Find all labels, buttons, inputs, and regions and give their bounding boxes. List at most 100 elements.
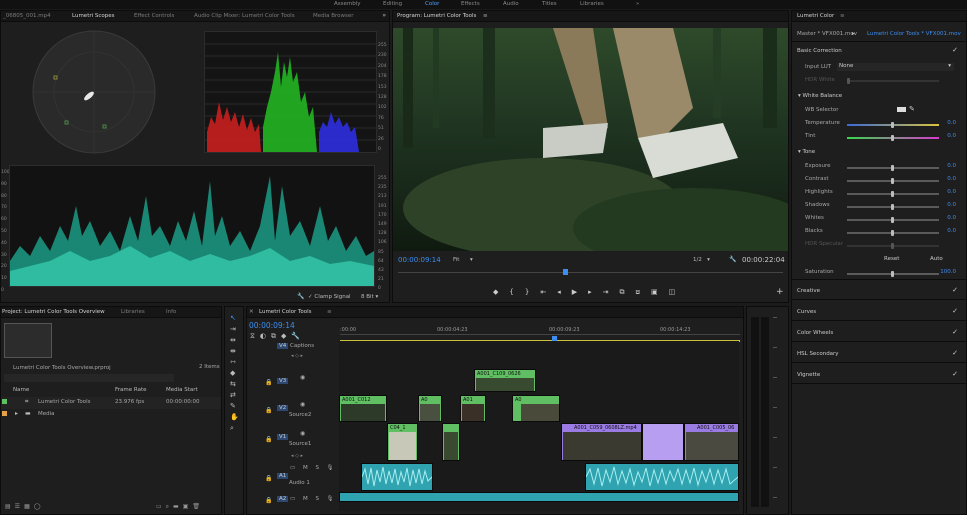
contrast-value[interactable]: 0.0	[947, 176, 956, 182]
clip[interactable]: A0	[418, 395, 442, 422]
comparison-view-icon[interactable]: ◫	[669, 288, 687, 296]
step-forward-icon[interactable]: ▸	[588, 288, 603, 296]
workspace-editing[interactable]: Editing	[383, 1, 402, 7]
clip[interactable]	[442, 423, 460, 461]
creative-check[interactable]: ✓	[952, 286, 958, 294]
tab-libraries[interactable]: Libraries	[121, 309, 145, 315]
tab-effect-controls[interactable]: Effect Controls	[134, 13, 174, 19]
lock-icon[interactable]: 🔒	[265, 436, 272, 443]
project-search-input[interactable]	[4, 374, 174, 382]
lock-icon[interactable]: 🔒	[265, 407, 272, 414]
workspace-assembly[interactable]: Assembly	[334, 1, 361, 7]
exposure-thumb[interactable]	[891, 165, 894, 171]
list-item[interactable]: ⌗ Lumetri Color Tools 23.976 fps 00:00:0…	[1, 397, 221, 409]
shadows-thumb[interactable]	[891, 204, 894, 210]
tint-slider[interactable]	[847, 135, 939, 141]
hsl-secondary-check[interactable]: ✓	[952, 349, 958, 357]
program-playhead[interactable]	[563, 269, 568, 275]
marker-icon[interactable]: ◆	[493, 288, 509, 296]
bin-icon[interactable]: ▭	[156, 503, 166, 510]
trash-icon[interactable]: 🗑	[192, 503, 204, 510]
razor-icon[interactable]: ◆	[230, 368, 239, 379]
master-clip[interactable]: Master * VFX001.mov	[797, 31, 857, 37]
timeline-tab-menu-icon[interactable]: ≡	[327, 309, 332, 315]
hand-icon[interactable]: ✋	[230, 412, 239, 423]
new-item-icon[interactable]: ▣	[183, 503, 193, 510]
blacks-value[interactable]: 0.0	[947, 228, 956, 234]
highlights-value[interactable]: 0.0	[947, 189, 956, 195]
saturation-slider[interactable]	[847, 271, 939, 277]
zoom-slider-icon[interactable]: ◯	[34, 503, 45, 510]
tone-header[interactable]: ▾ Tone	[798, 149, 815, 155]
tab-media-browser[interactable]: Media Browser	[313, 13, 354, 19]
track-v3-id[interactable]: V3	[277, 378, 289, 384]
clip[interactable]: C04_1	[387, 423, 418, 461]
auto-button[interactable]: Auto	[930, 256, 943, 262]
lumetri-tab-menu-icon[interactable]: ≡	[840, 13, 845, 19]
go-to-in-icon[interactable]: ⇤	[540, 288, 557, 296]
eye-icon[interactable]: ◉	[300, 374, 305, 381]
tint-value[interactable]: 0.0	[947, 133, 956, 139]
tab-info[interactable]: Info	[166, 309, 176, 315]
audio-clip[interactable]	[339, 492, 739, 502]
timeline-settings-icon[interactable]: 🔧	[291, 332, 305, 340]
clamp-signal-check[interactable]: ✓ Clamp Signal	[308, 294, 351, 300]
white-balance-header[interactable]: ▾ White Balance	[798, 93, 842, 99]
saturation-thumb[interactable]	[891, 271, 894, 277]
eye-icon[interactable]: ◉	[300, 401, 305, 408]
color-wheels-header[interactable]: Color Wheels	[797, 330, 833, 336]
track-v1-id[interactable]: V1	[277, 434, 289, 440]
export-frame-icon[interactable]: ▣	[651, 288, 669, 296]
highlights-slider[interactable]	[847, 191, 939, 197]
curves-header[interactable]: Curves	[797, 309, 816, 315]
list-view-icon[interactable]: ☰	[15, 503, 24, 510]
settings-wrench-icon[interactable]: 🔧	[729, 256, 736, 263]
tab-audio-clip-mixer[interactable]: Audio Clip Mixer: Lumetri Color Tools	[194, 13, 295, 19]
shadows-slider[interactable]	[847, 204, 939, 210]
hsl-secondary-header[interactable]: HSL Secondary	[797, 351, 839, 357]
list-item[interactable]: ▸ ▬ Media	[1, 409, 221, 421]
go-to-out-icon[interactable]: ⇥	[603, 288, 620, 296]
wrench-icon[interactable]: 🔧	[297, 293, 304, 300]
snap-icon[interactable]: ◐	[260, 332, 271, 340]
track-a2-id[interactable]: A2	[277, 496, 289, 502]
audio-controls[interactable]: ▭ M S 🎙	[290, 465, 337, 471]
icon-view-icon[interactable]: ▦	[24, 503, 34, 510]
expand-arrow-icon[interactable]: ▸	[15, 410, 18, 417]
shadows-value[interactable]: 0.0	[947, 202, 956, 208]
whites-value[interactable]: 0.0	[947, 215, 956, 221]
wb-swatch[interactable]	[897, 107, 906, 112]
project-thumbnail[interactable]	[4, 323, 52, 358]
timeline-ruler[interactable]: :00:00 00:00:04:23 00:00:09:23 00:00:14:…	[340, 325, 740, 342]
tint-thumb[interactable]	[891, 135, 894, 141]
tab-source[interactable]: _06805_001.mp4	[3, 13, 51, 19]
eye-icon[interactable]: ◉	[300, 430, 305, 437]
clip[interactable]: A001_C012	[339, 395, 387, 422]
workspace-libraries[interactable]: Libraries	[580, 1, 604, 7]
workspace-audio[interactable]: Audio	[503, 1, 519, 7]
linked-selection-icon[interactable]: ⧉	[271, 332, 281, 340]
whites-thumb[interactable]	[891, 217, 894, 223]
step-back-icon[interactable]: ◂	[557, 288, 572, 296]
lock-icon[interactable]: 🔒	[265, 475, 272, 482]
vignette-header[interactable]: Vignette	[797, 372, 820, 378]
basic-correction-header[interactable]: Basic Correction	[797, 48, 842, 54]
audio-clip[interactable]	[585, 463, 739, 491]
col-name[interactable]: Name	[13, 387, 29, 393]
temperature-slider[interactable]	[847, 122, 939, 128]
lift-icon[interactable]: ⧉	[620, 288, 636, 296]
workspace-overflow-icon[interactable]: »	[636, 1, 639, 7]
new-bin-icon[interactable]: ▬	[173, 503, 183, 510]
tab-lumetri-scopes[interactable]: Lumetri Scopes	[72, 13, 115, 19]
lock-icon[interactable]: 🔒	[265, 379, 272, 386]
input-lut-select[interactable]: None ▾	[837, 63, 954, 71]
workspace-titles[interactable]: Titles	[542, 1, 557, 7]
nest-icon[interactable]: ⧖	[250, 332, 260, 340]
sequence-clip[interactable]: Lumetri Color Tools * VFX001.mov	[867, 31, 961, 37]
program-current-timecode[interactable]: 00:00:09:14	[398, 256, 441, 264]
track-v2-id[interactable]: V2	[277, 405, 289, 411]
mark-in-icon[interactable]: {	[509, 288, 524, 296]
keyframe-nav[interactable]: ◂ ◇ ▸	[291, 353, 303, 359]
pen-icon[interactable]: ✎	[230, 401, 239, 412]
add-marker-icon[interactable]: ◆	[281, 332, 291, 340]
